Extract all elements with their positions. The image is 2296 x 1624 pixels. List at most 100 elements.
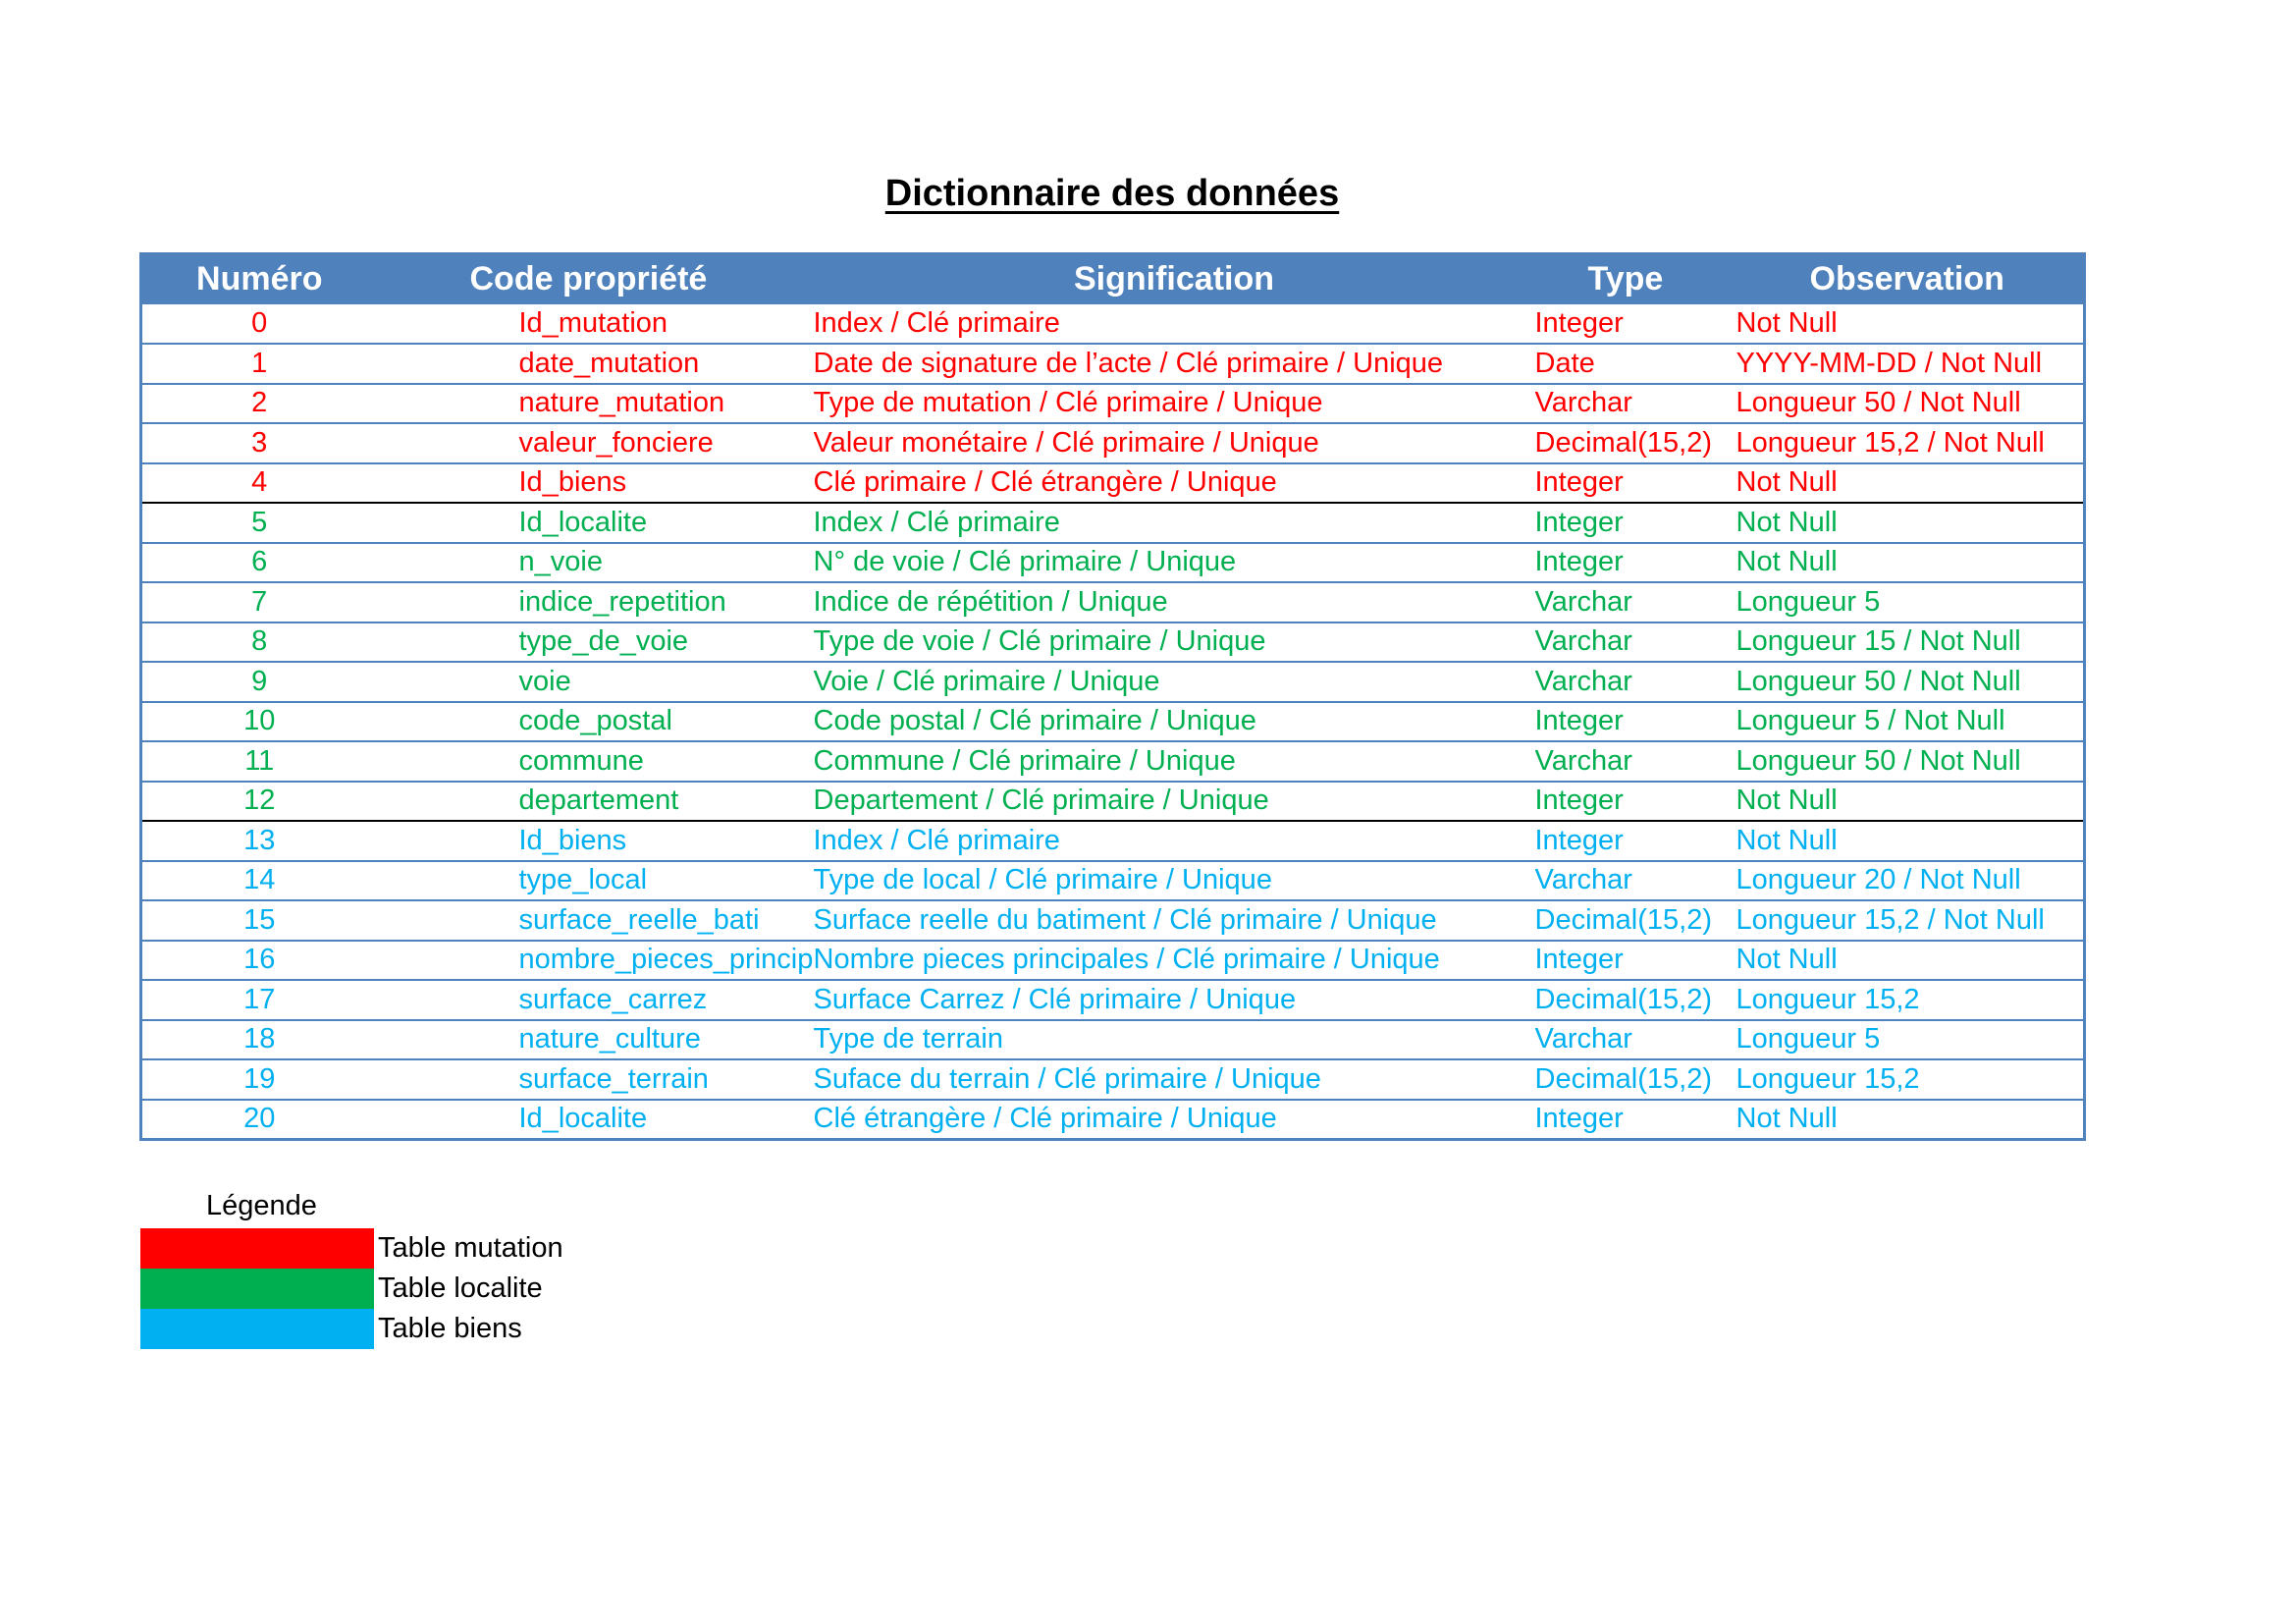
cell-code-propriete: code_postal <box>518 705 672 737</box>
cell-observation: Not Null <box>1735 1103 1838 1134</box>
cell-signification: Nombre pieces principales / Clé primaire… <box>813 944 1440 976</box>
cell-signification: Type de terrain <box>813 1023 1003 1056</box>
cell-type: Integer <box>1534 506 1624 538</box>
cell-type: Decimal(15,2) <box>1534 1062 1713 1095</box>
cell-type: Varchar <box>1534 585 1632 618</box>
cell-code-propriete: n_voie <box>518 546 603 578</box>
cell-numero: 20 <box>243 1103 276 1134</box>
cell-observation: Longueur 15 / Not Null <box>1735 625 2021 658</box>
cell-observation: Longueur 15,2 / Not Null <box>1735 426 2045 459</box>
cell-code-propriete: surface_terrain <box>518 1062 709 1095</box>
cell-observation: Longueur 5 <box>1735 585 1881 618</box>
legend-swatch-mutation <box>140 1228 374 1269</box>
table-row: 2 nature_mutation Type de mutation / Clé p… <box>140 384 2085 423</box>
cell-signification: Type de local / Clé primaire / Unique <box>813 864 1272 896</box>
cell-code-propriete: type_local <box>518 864 648 896</box>
table-row: 9 voie Voie / Clé primaire / Unique Varchar… <box>140 662 2085 702</box>
header-numero: Numéro <box>196 260 323 298</box>
cell-code-propriete: nature_culture <box>518 1023 701 1056</box>
cell-code-propriete: Id_localite <box>518 506 648 538</box>
cell-type: Integer <box>1534 1103 1624 1134</box>
cell-observation: Not Null <box>1735 546 1838 578</box>
cell-code-propriete: departement <box>518 785 679 817</box>
cell-code-propriete: voie <box>518 665 571 697</box>
cell-type: Varchar <box>1534 665 1632 697</box>
table-row: 17 surface_carrez Surface Carrez / Clé pri… <box>140 980 2085 1020</box>
cell-signification: Departement / Clé primaire / Unique <box>813 785 1269 817</box>
cell-numero: 17 <box>243 983 276 1015</box>
cell-numero: 9 <box>251 665 268 697</box>
cell-type: Decimal(15,2) <box>1534 983 1713 1015</box>
legend-label: Table localite <box>378 1272 543 1304</box>
header-observation: Observation <box>1809 260 2004 298</box>
cell-code-propriete: type_de_voie <box>518 625 689 658</box>
table-row: 20 Id_localite Clé étrangère / Clé primair… <box>141 1100 2085 1140</box>
cell-numero: 13 <box>243 824 276 856</box>
cell-numero: 0 <box>251 306 268 339</box>
cell-signification: Date de signature de l’acte / Clé primai… <box>813 347 1444 379</box>
cell-type: Integer <box>1534 546 1624 578</box>
cell-numero: 5 <box>251 506 268 538</box>
cell-type: Varchar <box>1534 387 1632 419</box>
table-row: 19 surface_terrain Suface du terrain / Clé… <box>140 1059 2085 1100</box>
cell-code-propriete: nombre_pieces_principales <box>518 944 814 976</box>
cell-signification: Type de mutation / Clé primaire / Unique <box>813 387 1323 419</box>
cell-code-propriete: indice_repetition <box>518 585 726 618</box>
cell-observation: Not Null <box>1735 306 1838 339</box>
table-row: 5 Id_localite Index / Clé primaire Integer N… <box>140 503 2085 543</box>
cell-code-propriete: surface_carrez <box>518 983 708 1015</box>
cell-type: Integer <box>1534 306 1624 339</box>
cell-signification: Commune / Clé primaire / Unique <box>813 744 1236 777</box>
cell-type: Integer <box>1534 705 1624 737</box>
cell-observation: Not Null <box>1735 944 1838 976</box>
cell-signification: Index / Clé primaire <box>813 506 1060 538</box>
table-row: 0 Id_mutation Index / Clé primaire Integer N… <box>140 304 2085 344</box>
cell-observation: Longueur 50 / Not Null <box>1735 665 2021 697</box>
cell-signification: Surface reelle du batiment / Clé primair… <box>813 903 1437 936</box>
cell-code-propriete: Id_biens <box>518 466 627 499</box>
cell-numero: 14 <box>243 864 276 896</box>
cell-observation: Longueur 50 / Not Null <box>1735 387 2021 419</box>
cell-type: Date <box>1534 347 1595 379</box>
cell-code-propriete: nature_mutation <box>518 387 725 419</box>
cell-type: Integer <box>1534 944 1624 976</box>
table-row: 13 Id_biens Index / Clé primaire Integer Not… <box>140 821 2085 861</box>
cell-signification: Valeur monétaire / Clé primaire / Unique <box>813 426 1319 459</box>
cell-signification: Clé primaire / Clé étrangère / Unique <box>813 466 1277 499</box>
cell-numero: 11 <box>244 744 275 777</box>
cell-numero: 3 <box>251 426 268 459</box>
table-row: 10 code_postal Code postal / Clé primaire … <box>140 702 2085 741</box>
table-row: 6 n_voie N° de voie / Clé primaire / Uniqu… <box>140 543 2085 582</box>
cell-signification: Suface du terrain / Clé primaire / Uniqu… <box>813 1062 1321 1095</box>
cell-numero: 18 <box>243 1023 276 1056</box>
table-body: 0 Id_mutation Index / Clé primaire Integer N… <box>140 304 2085 1140</box>
cell-signification: Surface Carrez / Clé primaire / Unique <box>813 983 1297 1015</box>
legend-label: Table biens <box>378 1313 522 1344</box>
page-title: Dictionnaire des données <box>884 173 1340 214</box>
cell-numero: 4 <box>251 466 268 499</box>
cell-numero: 15 <box>243 903 276 936</box>
table-row: 3 valeur_fonciere Valeur monétaire / Clé p… <box>140 423 2085 463</box>
cell-signification: Indice de répétition / Unique <box>813 585 1168 618</box>
cell-type: Integer <box>1534 466 1624 499</box>
cell-numero: 6 <box>251 546 268 578</box>
cell-numero: 19 <box>243 1062 276 1095</box>
data-dictionary-table: Numéro Code propriété Signification Type… <box>139 252 2086 1141</box>
cell-code-propriete: commune <box>518 744 644 777</box>
header-code-propriete: Code propriété <box>469 260 708 298</box>
cell-code-propriete: valeur_fonciere <box>518 426 714 459</box>
cell-signification: N° de voie / Clé primaire / Unique <box>813 546 1237 578</box>
cell-type: Integer <box>1534 785 1624 817</box>
cell-signification: Code postal / Clé primaire / Unique <box>813 705 1256 737</box>
cell-observation: YYYY-MM-DD / Not Null <box>1735 347 2043 379</box>
cell-observation: Longueur 15,2 <box>1735 1062 1920 1095</box>
cell-type: Decimal(15,2) <box>1534 426 1713 459</box>
cell-numero: 8 <box>251 625 268 658</box>
cell-type: Varchar <box>1534 864 1632 896</box>
table-row: 1 date_mutation Date de signature de l’act… <box>140 344 2085 384</box>
cell-observation: Not Null <box>1735 506 1838 538</box>
cell-type: Varchar <box>1534 744 1632 777</box>
header-type: Type <box>1587 260 1664 298</box>
cell-code-propriete: date_mutation <box>518 347 700 379</box>
cell-observation: Longueur 15,2 / Not Null <box>1735 903 2045 936</box>
